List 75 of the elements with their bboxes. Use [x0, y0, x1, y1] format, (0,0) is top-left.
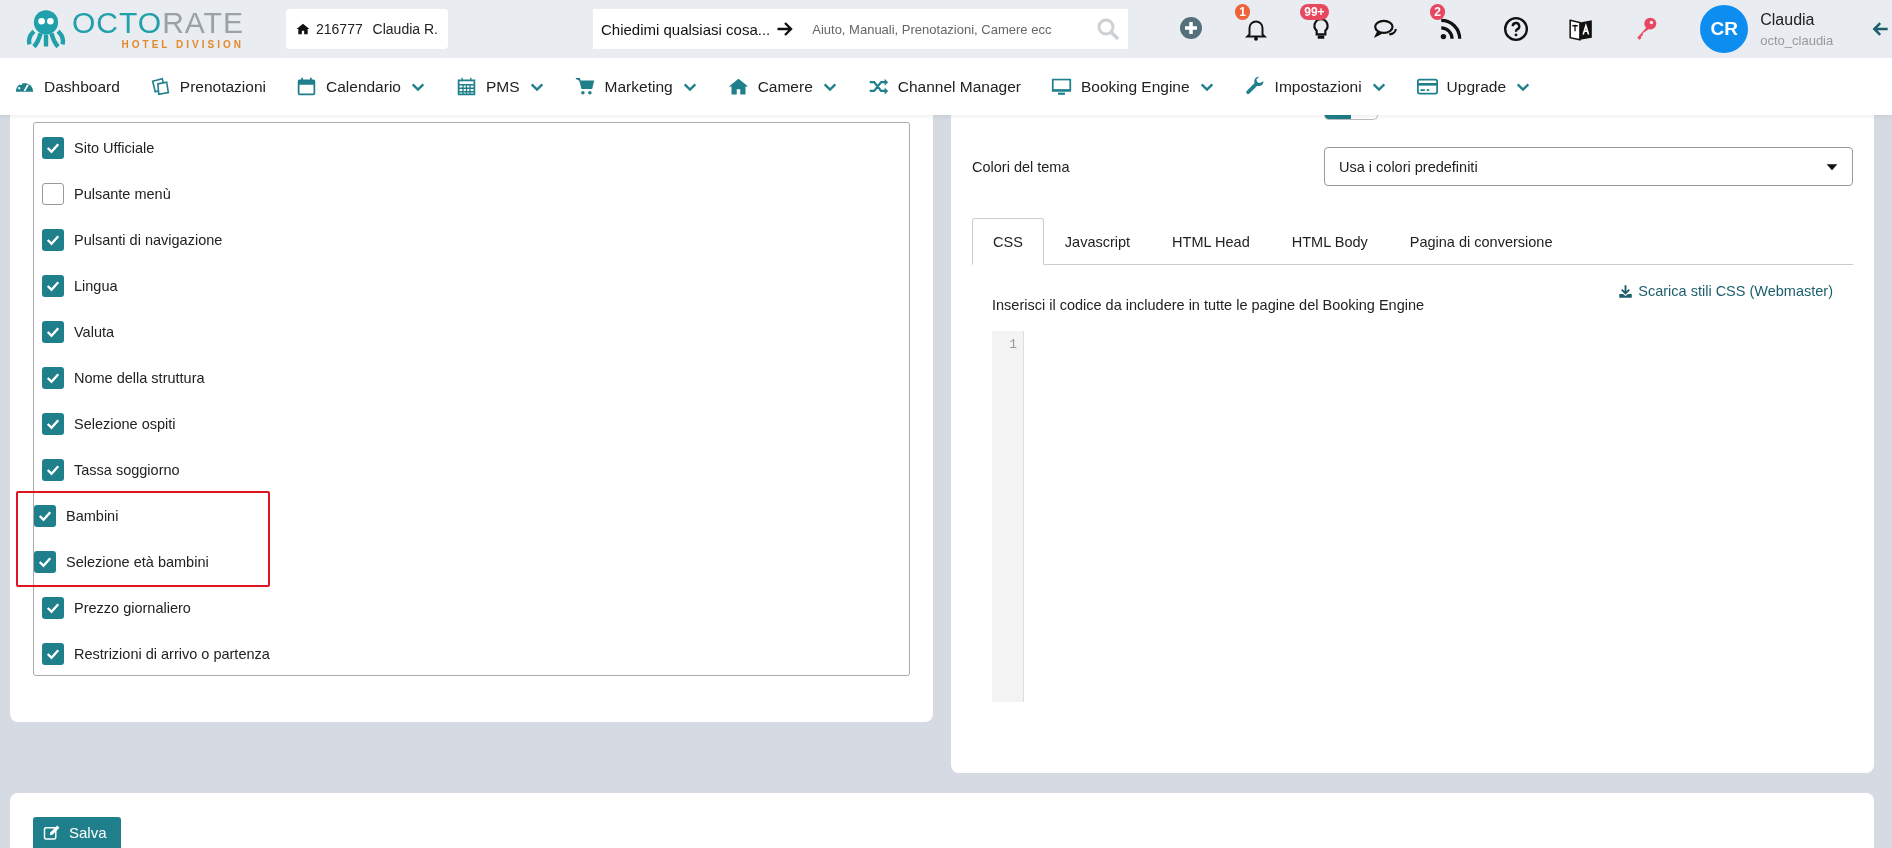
checkbox-label: Selezione ospiti: [74, 416, 176, 432]
calendar-grid-icon: [455, 76, 477, 97]
nav-menu-item[interactable]: Marketing: [574, 76, 698, 97]
octopus-logo-icon: [24, 7, 68, 51]
code-tab[interactable]: CSS: [972, 218, 1044, 265]
plus-icon[interactable]: [1178, 16, 1203, 40]
theme-colors-dropdown[interactable]: Usa i colori predefiniti: [1324, 147, 1853, 186]
checkbox-label: Sito Ufficiale: [74, 140, 155, 156]
notification-badge: 1: [1235, 4, 1250, 20]
shuffle-icon: [867, 76, 889, 97]
instruction-text: Inserisci il codice da includere in tutte le pagine del Booking Engine: [992, 297, 1426, 313]
checkbox-label: Valuta: [74, 324, 115, 340]
nav-menu-item[interactable]: Booking Engine: [1051, 76, 1215, 97]
checkbox[interactable]: [42, 367, 64, 389]
nav-menu-item[interactable]: Channel Manager: [867, 76, 1021, 97]
save-button[interactable]: Salva: [33, 817, 121, 848]
checkbox-label: Bambini: [66, 508, 119, 524]
nav-menu-item[interactable]: Prenotazioni: [149, 76, 266, 97]
cart-icon: [574, 76, 596, 97]
checkbox-label: Pulsanti di navigazione: [74, 232, 223, 248]
checkbox[interactable]: [42, 229, 64, 251]
edit-icon: [43, 823, 61, 842]
checkbox-label: Nome della struttura: [74, 370, 205, 386]
search-field[interactable]: Aiuto, Manuali, Prenotazioni, Camere ecc: [802, 9, 1087, 49]
ask-button[interactable]: Chiedimi qualsiasi cosa...: [593, 9, 803, 49]
checkbox[interactable]: [42, 597, 64, 619]
code-tab[interactable]: Pagina di conversione: [1388, 218, 1574, 265]
nav-menu-item[interactable]: Calendario: [296, 76, 426, 97]
checkbox-label: Pulsante menù: [74, 186, 171, 202]
home-icon: [727, 76, 749, 97]
code-tab[interactable]: HTML Body: [1270, 218, 1389, 265]
checkbox[interactable]: [42, 321, 64, 343]
nav-menu-item[interactable]: Dashboard: [14, 76, 120, 97]
code-tab[interactable]: HTML Head: [1151, 218, 1271, 265]
checkbox[interactable]: [42, 183, 64, 205]
checkbox[interactable]: [42, 137, 64, 159]
translate-icon[interactable]: [1567, 16, 1594, 42]
checkbox[interactable]: [42, 459, 64, 481]
arrow-right-icon: [776, 20, 795, 38]
toggle-switch[interactable]: [1324, 115, 1378, 120]
monitor-icon: [1051, 76, 1072, 97]
house-icon: [296, 22, 310, 36]
checkbox-label: Prezzo giornaliero: [74, 600, 191, 616]
notification-badge: 99+: [1300, 4, 1329, 20]
checkbox-label: Tassa soggiorno: [74, 462, 180, 478]
wrench-icon: [1244, 76, 1266, 97]
field-label: Colori del tema: [972, 158, 1071, 175]
checkbox[interactable]: [34, 551, 56, 573]
checkbox[interactable]: [42, 643, 64, 665]
credit-card-icon: [1416, 76, 1438, 97]
line-number: 1: [1009, 337, 1017, 352]
checkbox[interactable]: [42, 413, 64, 435]
hotel-name: Claudia R.: [371, 21, 438, 37]
calendar-icon: [296, 76, 317, 97]
hotel-id: 216777: [316, 21, 363, 37]
notification-badge: 2: [1430, 4, 1445, 20]
checkbox-label: Selezione età bambini: [66, 554, 209, 570]
nav-menu-item[interactable]: Upgrade: [1416, 76, 1532, 97]
brand-subtitle: HOTEL DIVISION: [121, 40, 244, 50]
tickets-icon: [149, 76, 171, 97]
nav-menu-item[interactable]: PMS: [455, 76, 545, 97]
user-name: Claudia: [1760, 10, 1816, 29]
download-link[interactable]: Scarica stili CSS (Webmaster): [1618, 283, 1833, 299]
user-username: octo_claudia: [1760, 32, 1834, 48]
checkbox[interactable]: [42, 275, 64, 297]
checkbox[interactable]: [34, 505, 56, 527]
help-icon[interactable]: [1502, 16, 1529, 42]
checkbox-label: Restrizioni di arrivo o partenza: [74, 646, 270, 662]
nav-menu-item[interactable]: Impostazioni: [1244, 76, 1387, 97]
brand-name: OCTORATE: [72, 8, 244, 38]
code-tab[interactable]: Javascript: [1043, 218, 1152, 265]
download-icon: [1618, 283, 1634, 299]
checkbox-label: Lingua: [74, 278, 118, 294]
nav-menu-item[interactable]: Camere: [727, 76, 838, 97]
hotel-selector[interactable]: 216777 Claudia R.: [286, 9, 448, 49]
